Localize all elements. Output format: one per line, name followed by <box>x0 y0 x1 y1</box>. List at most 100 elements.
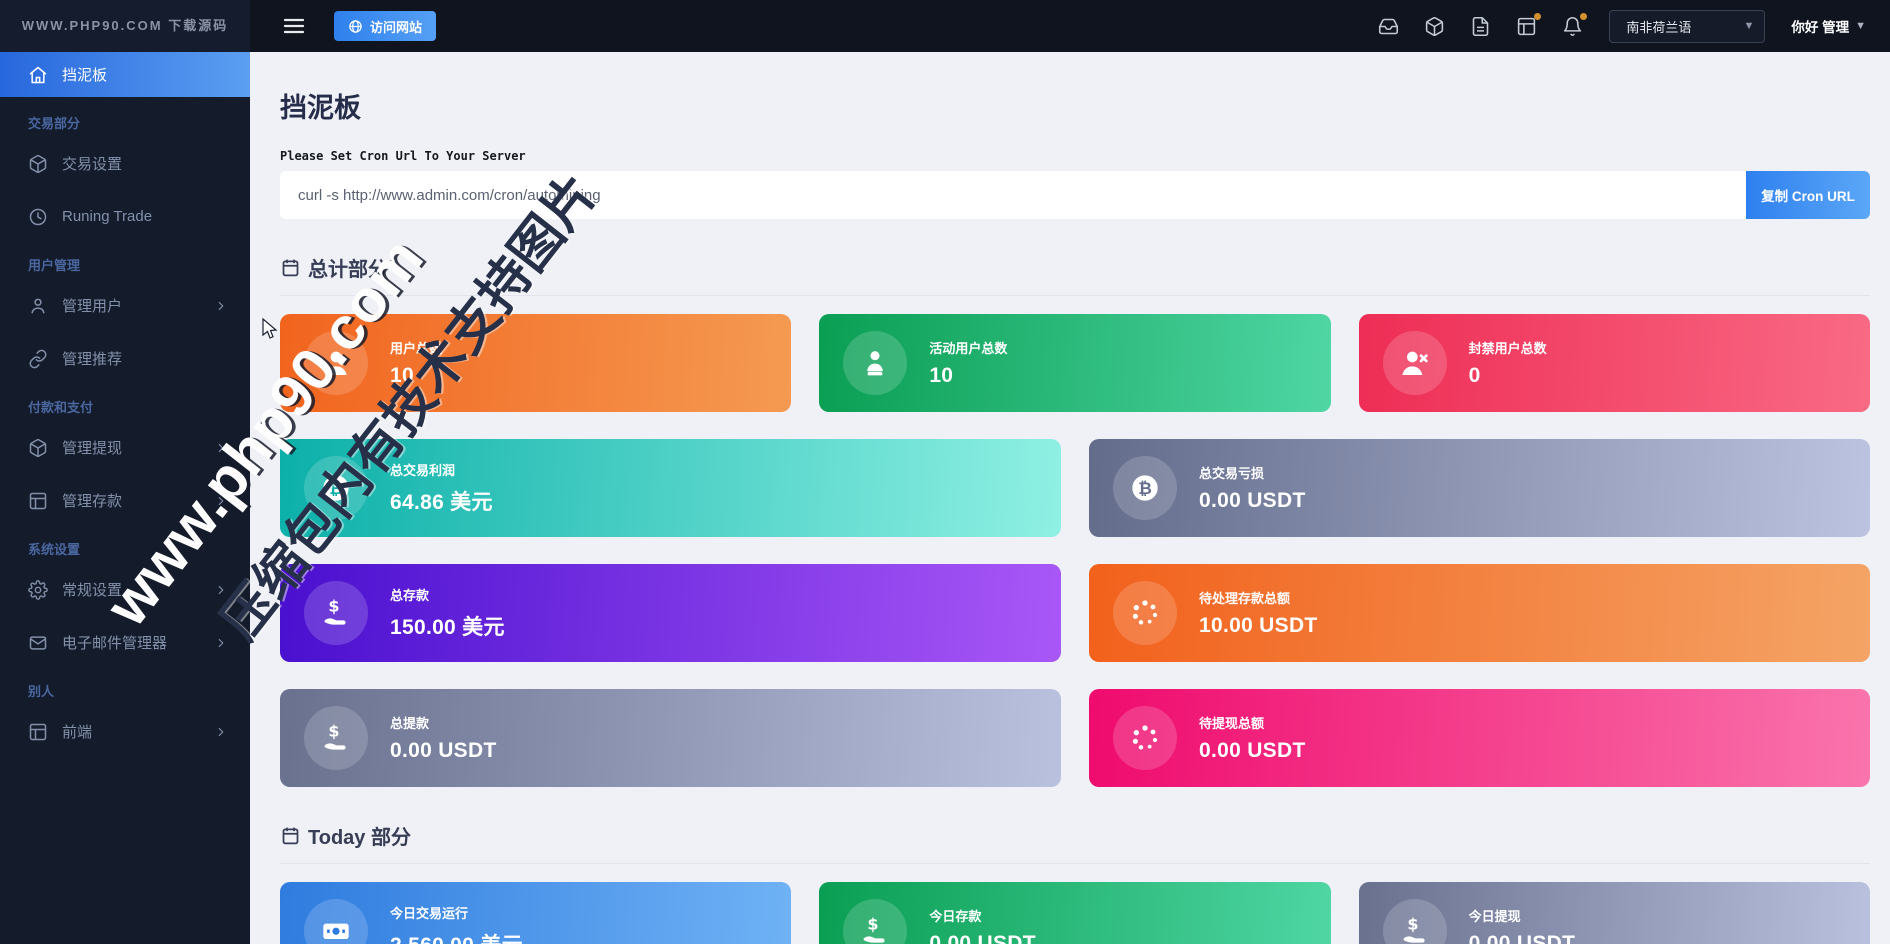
sidebar-item[interactable]: 管理提现 <box>0 425 250 470</box>
stat-card-badge: $ <box>843 899 907 944</box>
sidebar-item[interactable]: Runing Trade <box>0 194 250 239</box>
stat-card-label: 用户总数 <box>390 338 442 357</box>
sidebar-item-label: 交易设置 <box>62 153 122 174</box>
mail-icon <box>28 633 48 653</box>
caret-down-icon: ▼ <box>1855 20 1866 32</box>
chevron-right-icon <box>214 636 228 650</box>
page-title: 挡泥板 <box>280 86 1870 125</box>
sidebar-nav: 挡泥板交易部分交易设置Runing Trade用户管理管理用户管理推荐付款和支付… <box>0 52 250 944</box>
bitcoin-icon: ₿ <box>1129 472 1161 504</box>
svg-text:₿: ₿ <box>1138 479 1152 498</box>
stat-card-label: 总存款 <box>390 585 505 604</box>
sidebar-item[interactable]: 管理推荐 <box>0 336 250 381</box>
stat-card: $总提款0.00 USDT <box>280 689 1061 787</box>
hand-dollar-icon: $ <box>1399 915 1431 944</box>
svg-text:$: $ <box>868 915 879 934</box>
sidebar-item-label: 常规设置 <box>62 579 122 600</box>
user-x-icon <box>1399 347 1431 379</box>
hand-dollar-icon: $ <box>859 915 891 944</box>
cube-icon <box>28 438 48 458</box>
grid-icon[interactable] <box>1516 16 1537 37</box>
section-heading-label: 总计部分 <box>308 253 388 282</box>
svg-text:$: $ <box>1407 915 1418 934</box>
sidebar-section-label: 系统设置 <box>28 541 250 559</box>
chevron-right-icon <box>214 583 228 597</box>
notification-badge <box>1534 13 1541 20</box>
sidebar-section-label: 用户管理 <box>28 257 250 275</box>
main-content: 挡泥板 Please Set Cron Url To Your Server 复… <box>250 52 1890 944</box>
user-menu[interactable]: 你好 管理 ▼ <box>1791 16 1866 36</box>
stat-card-label: 总交易亏损 <box>1199 463 1306 482</box>
stat-card-value: 2,560.00 美元 <box>390 929 523 944</box>
stat-card-label: 今日交易运行 <box>390 903 523 922</box>
inbox-icon[interactable] <box>1378 16 1399 37</box>
copy-cron-url-button[interactable]: 复制 Cron URL <box>1746 171 1870 219</box>
stat-card-badge <box>304 331 368 395</box>
user-icon <box>28 296 48 316</box>
sidebar-item[interactable]: 交易设置 <box>0 141 250 186</box>
stat-card: 活动用户总数10 <box>819 314 1330 412</box>
banknote-icon <box>320 915 352 944</box>
stat-card: $今日存款0.00 USDT <box>819 882 1330 944</box>
sidebar-section-label: 别人 <box>28 683 250 701</box>
card-grid: 今日交易运行 2,560.00 美元 $今日存款0.00 USDT $今日提现0.00… <box>280 882 1870 944</box>
sidebar-item[interactable]: 前端 <box>0 709 250 754</box>
language-select[interactable]: 南非荷兰语 ▼ <box>1609 10 1765 43</box>
section-divider <box>280 863 1870 864</box>
hand-dollar-icon: $ <box>320 597 352 629</box>
sidebar-item-label: 前端 <box>62 721 92 742</box>
stat-card-value: 0 <box>1469 364 1547 388</box>
stat-sections: 总计部分用户总数10活动用户总数10封禁用户总数0₿总交易利润64.86 美元₿… <box>280 253 1870 944</box>
cube-icon <box>28 154 48 174</box>
stat-card-badge <box>1383 331 1447 395</box>
svg-text:₿: ₿ <box>329 479 343 498</box>
stat-card-value: 0.00 USDT <box>1199 489 1306 513</box>
stat-card-value: 0.00 USDT <box>929 932 1036 944</box>
cron-row: 复制 Cron URL <box>280 171 1870 219</box>
notification-badge <box>1580 13 1587 20</box>
stat-card-badge: ₿ <box>1113 456 1177 520</box>
chevron-right-icon <box>214 441 228 455</box>
package-icon[interactable] <box>1424 16 1445 37</box>
globe-icon <box>348 19 363 34</box>
stat-card-badge: ₿ <box>304 456 368 520</box>
stat-card-label: 总提款 <box>390 713 497 732</box>
topbar: 访问网站 南非荷兰语 ▼ 你好 管理 ▼ <box>250 0 1890 52</box>
stat-card: $今日提现0.00 USDT <box>1359 882 1870 944</box>
stat-card-badge <box>1113 581 1177 645</box>
stat-card-badge: $ <box>1383 899 1447 944</box>
stat-card: $ 总存款 150.00 美元 <box>280 564 1061 662</box>
layout-icon <box>28 722 48 742</box>
stat-card-value: 150.00 美元 <box>390 611 505 641</box>
sidebar-item[interactable]: 管理用户 <box>0 283 250 328</box>
sidebar-item[interactable]: 电子邮件管理器 <box>0 620 250 665</box>
svg-text:$: $ <box>328 722 339 741</box>
stat-card-label: 总交易利润 <box>390 460 493 479</box>
cron-url-input[interactable] <box>280 171 1746 219</box>
calendar-icon <box>280 257 301 278</box>
stat-card-label: 待处理存款总额 <box>1199 588 1318 607</box>
sidebar-item-label: 管理提现 <box>62 437 122 458</box>
sidebar-item-label: 管理推荐 <box>62 348 122 369</box>
stat-card: 用户总数10 <box>280 314 791 412</box>
stat-card-badge <box>304 899 368 944</box>
sidebar-item[interactable]: 管理存款 <box>0 478 250 523</box>
visit-site-button[interactable]: 访问网站 <box>334 11 436 41</box>
stat-card: ₿ 总交易亏损 0.00 USDT <box>1089 439 1870 537</box>
main-column: 访问网站 南非荷兰语 ▼ 你好 管理 ▼ 挡泥板 Please Set Cron… <box>250 0 1890 944</box>
stat-card: 今日交易运行 2,560.00 美元 <box>280 882 791 944</box>
stat-card-badge <box>843 331 907 395</box>
sidebar-item-label: Runing Trade <box>62 208 152 225</box>
stat-card: 封禁用户总数0 <box>1359 314 1870 412</box>
sidebar-item[interactable]: 挡泥板 <box>0 52 250 97</box>
sidebar-section-label: 付款和支付 <box>28 399 250 417</box>
user-solid-icon <box>320 347 352 379</box>
stat-card-value: 10.00 USDT <box>1199 614 1318 638</box>
bell-icon[interactable] <box>1562 16 1583 37</box>
file-text-icon[interactable] <box>1470 16 1491 37</box>
sidebar-item-label: 电子邮件管理器 <box>62 632 167 653</box>
chevron-right-icon <box>214 725 228 739</box>
sidebar-item[interactable]: 常规设置 <box>0 567 250 612</box>
cron-instruction: Please Set Cron Url To Your Server <box>280 149 1870 163</box>
menu-toggle-button[interactable] <box>282 14 306 38</box>
